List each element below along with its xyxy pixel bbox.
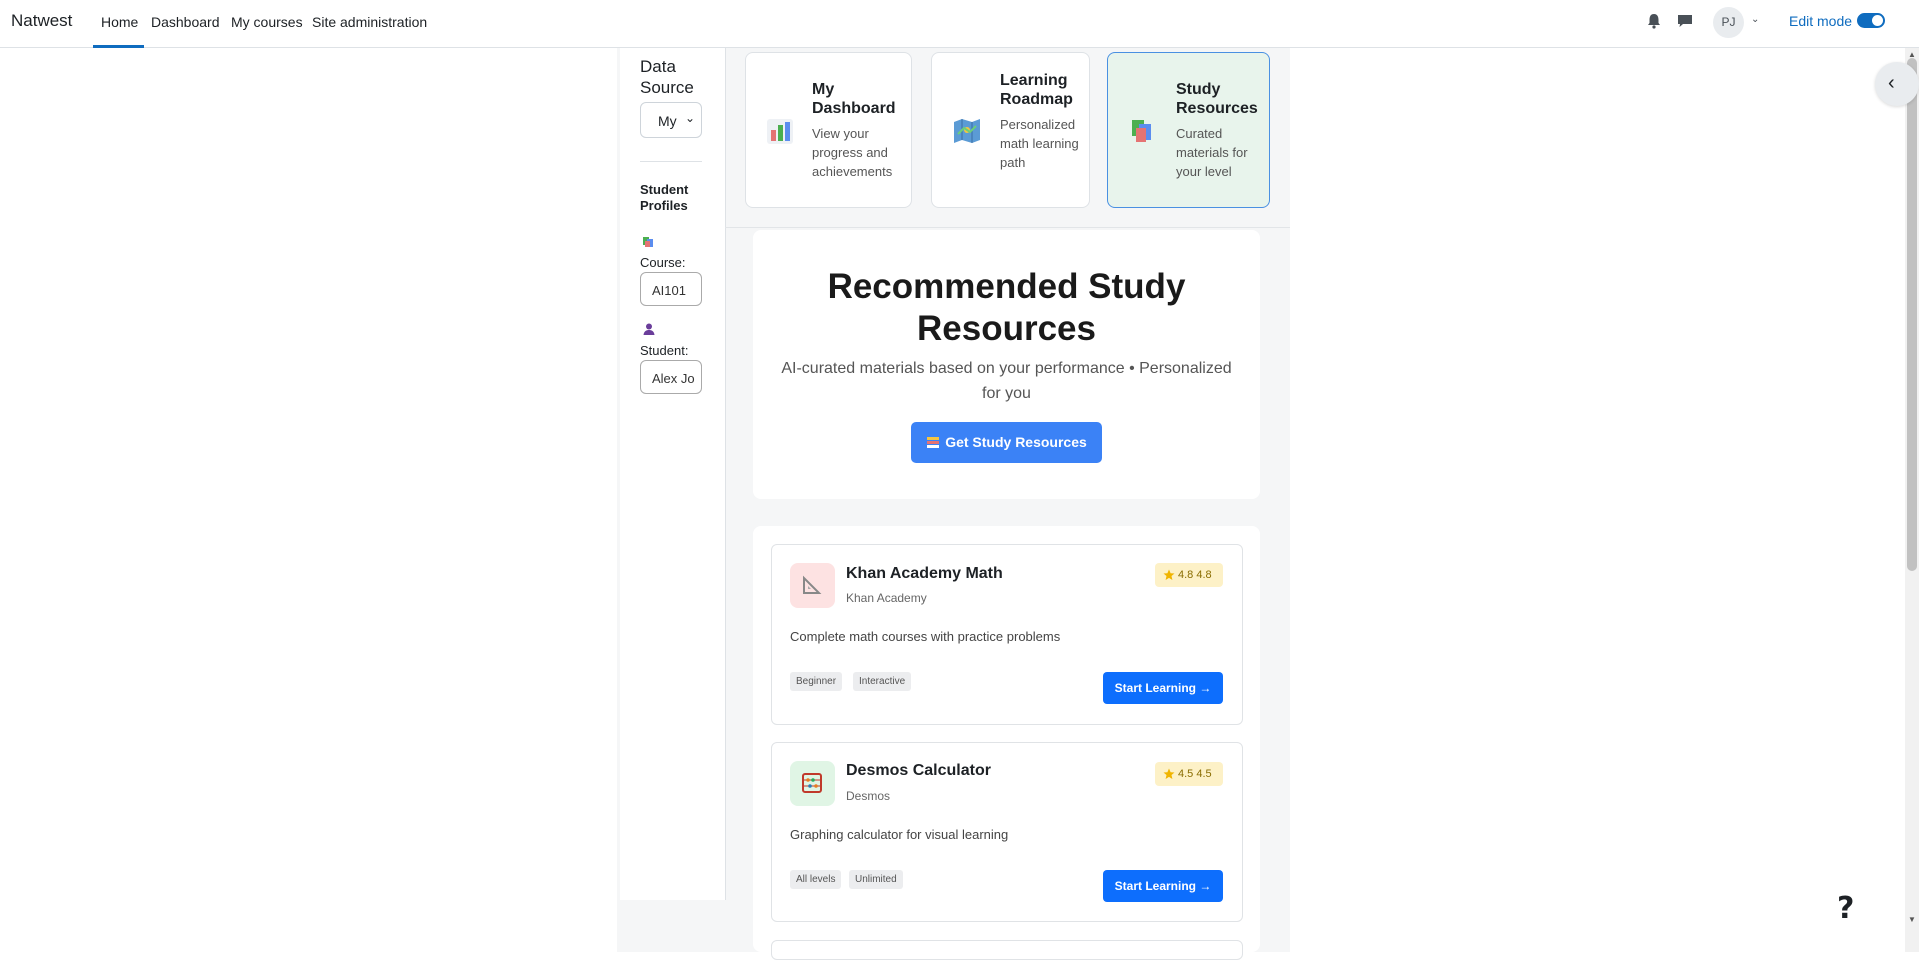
student-label: Student: (640, 343, 689, 358)
top-navbar: Natwest Home Dashboard My courses Site a… (0, 0, 1919, 48)
rating-value: 4.5 4.5 (1178, 768, 1212, 780)
help-button[interactable]: ? (1833, 891, 1863, 926)
chat-icon[interactable] (1676, 12, 1694, 30)
feature-card-title: My Dashboard (812, 81, 896, 117)
divider (640, 161, 702, 162)
drawer-toggle-button[interactable]: ‹ (1875, 62, 1919, 106)
data-source-title: Data Source (640, 57, 694, 97)
resource-description: Complete math courses with practice prob… (790, 629, 1061, 644)
star-icon (1163, 768, 1175, 779)
chevron-left-icon: ‹ (1888, 72, 1895, 94)
chevron-down-icon[interactable]: ⌄ (1751, 14, 1759, 25)
data-source-value: My (658, 113, 677, 129)
start-learning-button[interactable]: Start Learning → (1103, 870, 1223, 902)
resource-tag: Interactive (853, 672, 912, 691)
feature-card-desc: View your progress and achievements (812, 126, 893, 179)
start-learning-button[interactable]: Start Learning → (1103, 672, 1223, 704)
feature-card-desc: Curated materials for your level (1176, 126, 1248, 179)
course-input[interactable]: AI101 (640, 272, 702, 306)
books-icon (643, 237, 653, 247)
edit-mode-label[interactable]: Edit mode (1789, 13, 1852, 29)
resource-tag: All levels (790, 870, 842, 889)
resource-card (771, 940, 1243, 960)
feature-card-title: Study Resources (1176, 81, 1258, 117)
feature-card-title: Learning Roadmap (1000, 72, 1073, 108)
course-label: Course: (640, 255, 686, 270)
nav-home[interactable]: Home (101, 14, 138, 30)
data-source-select[interactable]: My ⌄ (640, 102, 702, 138)
abacus-icon (802, 773, 822, 793)
button-label: Get Study Resources (945, 434, 1087, 450)
help-icon: ? (1837, 891, 1855, 926)
left-panel (620, 48, 726, 900)
bell-icon[interactable] (1645, 12, 1663, 30)
resource-description: Graphing calculator for visual learning (790, 827, 1009, 842)
divider (725, 227, 1290, 228)
map-icon (954, 119, 980, 143)
resource-title[interactable]: Khan Academy Math (846, 565, 1003, 583)
chevron-down-icon: ⌄ (684, 111, 695, 125)
page-title: Recommended Study Resources (827, 267, 1186, 348)
bar-chart-icon (767, 119, 793, 144)
resource-tag: Unlimited (849, 870, 903, 889)
resource-icon-box (790, 563, 835, 608)
edit-mode-toggle[interactable] (1857, 13, 1885, 28)
student-input[interactable]: Alex Jo (640, 360, 702, 394)
rating-value: 4.8 4.8 (1178, 569, 1212, 581)
feature-card-desc: Personalized math learning path (1000, 117, 1079, 170)
site-brand[interactable]: Natwest (11, 11, 72, 31)
resource-title[interactable]: Desmos Calculator (846, 762, 991, 780)
nav-dashboard[interactable]: Dashboard (151, 14, 220, 30)
rating-badge: 4.8 4.8 (1155, 563, 1223, 587)
resource-provider: Khan Academy (846, 591, 927, 605)
get-study-resources-button[interactable]: Get Study Resources (911, 422, 1102, 463)
star-icon (1163, 569, 1175, 580)
resource-icon-box (790, 761, 835, 806)
triangle-ruler-icon (803, 575, 822, 594)
user-avatar[interactable]: PJ (1713, 7, 1744, 38)
books-icon (1132, 120, 1151, 142)
nav-site-administration[interactable]: Site administration (312, 14, 427, 30)
scrollbar-thumb[interactable] (1907, 58, 1917, 571)
student-icon (643, 323, 655, 335)
rating-badge: 4.5 4.5 (1155, 762, 1223, 786)
books-icon (927, 437, 940, 448)
active-tab-indicator (93, 45, 144, 48)
resource-provider: Desmos (846, 789, 891, 803)
scroll-down-icon[interactable]: ▼ (1908, 915, 1916, 924)
resource-tag: Beginner (790, 672, 843, 691)
nav-my-courses[interactable]: My courses (231, 14, 303, 30)
page-subtitle: AI-curated materials based on your perfo… (781, 360, 1232, 402)
student-profiles-title: Student Profiles (640, 182, 689, 213)
